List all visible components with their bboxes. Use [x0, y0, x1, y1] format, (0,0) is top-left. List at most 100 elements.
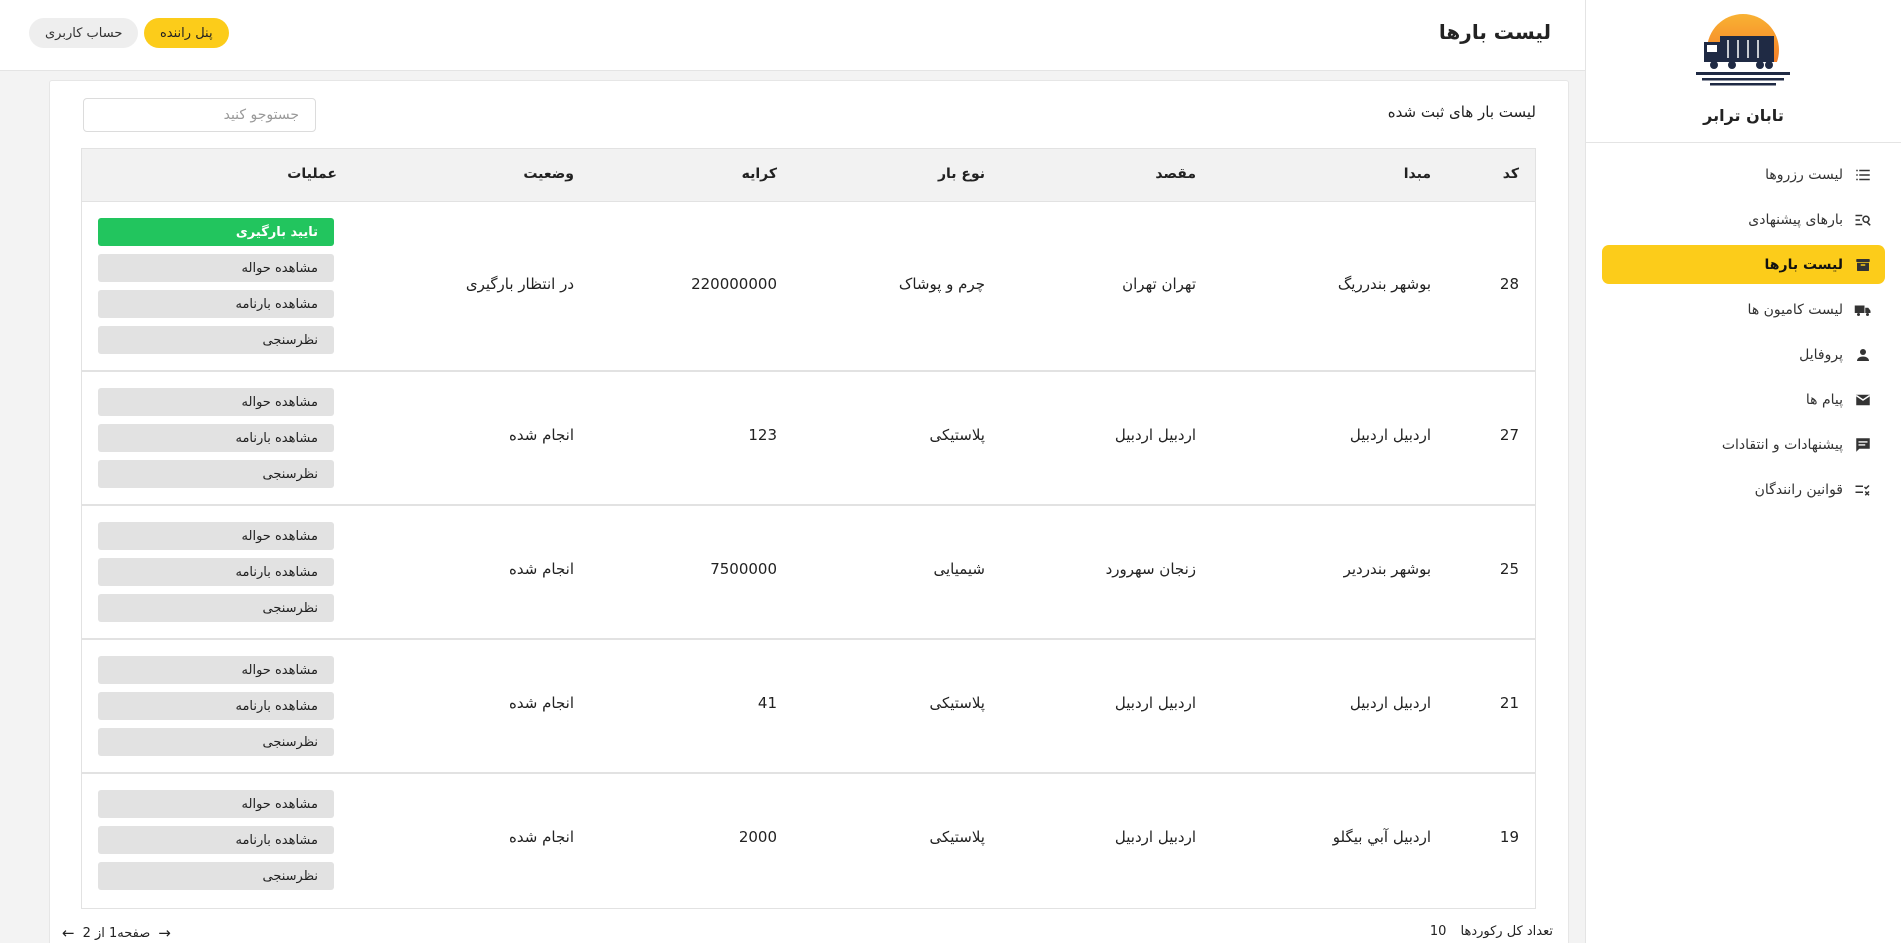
- cell-fare: 7500000: [710, 560, 777, 578]
- view-remittance-button[interactable]: مشاهده حواله: [98, 790, 334, 818]
- view-remittance-button[interactable]: مشاهده حواله: [98, 656, 334, 684]
- view-waybill-button[interactable]: مشاهده بارنامه: [98, 826, 334, 854]
- column-header-status: وضعیت: [523, 166, 574, 182]
- table-row: 19 اردبيل آبي بيگلو اردبيل اردبيل پلاستی…: [82, 774, 1535, 908]
- loads-card: لیست بار های ثبت شده کد مبدا مقصد نوع با…: [49, 80, 1569, 943]
- cell-status: در انتظار بارگیری: [465, 275, 574, 293]
- sidebar-item-trucks[interactable]: لیست کامیون ها: [1602, 290, 1885, 329]
- view-remittance-button[interactable]: مشاهده حواله: [98, 388, 334, 416]
- sidebar-item-driver-rules[interactable]: قوانین رانندگان: [1602, 470, 1885, 509]
- cell-load-type: پلاستیکی: [929, 694, 985, 712]
- row-actions: مشاهده حواله مشاهده بارنامه نظرسنجی: [98, 656, 334, 764]
- person-icon: [1853, 345, 1873, 365]
- column-header-origin: مبدا: [1403, 166, 1431, 182]
- sidebar-item-label: لیست کامیون ها: [1747, 301, 1843, 318]
- cell-fare: 2000: [738, 828, 777, 846]
- sidebar-item-label: پروفایل: [1799, 346, 1843, 363]
- view-waybill-button[interactable]: مشاهده بارنامه: [98, 558, 334, 586]
- cell-code: 21: [1499, 694, 1519, 712]
- truck-icon: [1853, 300, 1873, 320]
- sidebar-item-label: بارهای پیشنهادی: [1748, 211, 1843, 228]
- cell-origin: بوشهر بندردیر: [1343, 560, 1431, 578]
- cell-destination: اردبيل اردبيل: [1114, 694, 1196, 712]
- truck-logo-icon: [1696, 14, 1790, 86]
- total-records: تعداد کل رکوردها 10: [1430, 924, 1553, 939]
- prev-page-arrow-icon[interactable]: ←: [62, 924, 75, 942]
- cell-destination: اردبيل اردبيل: [1114, 828, 1196, 846]
- cell-status: انجام شده: [509, 560, 574, 578]
- total-records-label: تعداد کل رکوردها: [1460, 924, 1553, 939]
- table-header: کد مبدا مقصد نوع بار کرایه وضعیت عملیات: [82, 149, 1535, 202]
- sidebar-item-profile[interactable]: پروفایل: [1602, 335, 1885, 374]
- table-row: 28 بوشهر بندرریگ تهران تهران چرم و پوشاک…: [82, 202, 1535, 372]
- search-input[interactable]: [83, 98, 316, 132]
- view-remittance-button[interactable]: مشاهده حواله: [98, 254, 334, 282]
- row-actions: مشاهده حواله مشاهده بارنامه نظرسنجی: [98, 388, 334, 496]
- view-waybill-button[interactable]: مشاهده بارنامه: [98, 424, 334, 452]
- table-row: 21 اردبيل اردبيل اردبيل اردبيل پلاستیکی …: [82, 640, 1535, 774]
- account-button[interactable]: حساب کاربری: [29, 18, 139, 48]
- column-header-destination: مقصد: [1155, 166, 1196, 182]
- confirm-loading-button[interactable]: تایید بارگیری: [98, 218, 334, 246]
- survey-button[interactable]: نظرسنجی: [98, 728, 334, 756]
- card-title: لیست بار های ثبت شده: [1387, 103, 1536, 121]
- table-row: 27 اردبيل اردبيل اردبيل اردبيل پلاستیکی …: [82, 372, 1535, 506]
- sidebar: تابان ترابر لیست رزروها بارهای پیشنهادی …: [1585, 0, 1901, 943]
- table-row: 25 بوشهر بندردیر زنجان سهرورد شیمیایی 75…: [82, 506, 1535, 640]
- cell-destination: زنجان سهرورد: [1105, 560, 1196, 578]
- row-actions: مشاهده حواله مشاهده بارنامه نظرسنجی: [98, 522, 334, 630]
- page-title: لیست بارها: [1438, 20, 1551, 44]
- view-waybill-button[interactable]: مشاهده بارنامه: [98, 692, 334, 720]
- sidebar-item-label: لیست رزروها: [1765, 166, 1843, 183]
- mail-icon: [1853, 390, 1873, 410]
- cell-load-type: چرم و پوشاک: [898, 275, 985, 293]
- column-header-actions: عملیات: [287, 166, 337, 182]
- column-header-load-type: نوع بار: [937, 166, 985, 182]
- loads-table: کد مبدا مقصد نوع بار کرایه وضعیت عملیات …: [81, 148, 1536, 909]
- cell-load-type: پلاستیکی: [929, 426, 985, 444]
- cell-status: انجام شده: [509, 426, 574, 444]
- sidebar-item-label: قوانین رانندگان: [1754, 481, 1843, 498]
- sidebar-item-label: لیست بارها: [1764, 256, 1843, 273]
- survey-button[interactable]: نظرسنجی: [98, 326, 334, 354]
- driver-panel-button[interactable]: پنل راننده: [144, 18, 229, 48]
- cell-origin: اردبيل آبي بيگلو: [1332, 828, 1431, 846]
- survey-button[interactable]: نظرسنجی: [98, 862, 334, 890]
- list-icon: [1853, 165, 1873, 185]
- survey-button[interactable]: نظرسنجی: [98, 594, 334, 622]
- cell-code: 25: [1499, 560, 1519, 578]
- row-actions: تایید بارگیری مشاهده حواله مشاهده بارنام…: [98, 218, 334, 362]
- view-waybill-button[interactable]: مشاهده بارنامه: [98, 290, 334, 318]
- cell-status: انجام شده: [509, 828, 574, 846]
- cell-fare: 220000000: [691, 275, 777, 293]
- sidebar-item-loads[interactable]: لیست بارها: [1602, 245, 1885, 284]
- archive-box-icon: [1853, 255, 1873, 275]
- brand-name: تابان ترابر: [1703, 106, 1784, 125]
- search-list-icon: [1853, 210, 1873, 230]
- sidebar-item-suggested-loads[interactable]: بارهای پیشنهادی: [1602, 200, 1885, 239]
- sidebar-menu: لیست رزروها بارهای پیشنهادی لیست بارها ل…: [1586, 143, 1901, 509]
- column-header-fare: کرایه: [741, 166, 777, 182]
- survey-button[interactable]: نظرسنجی: [98, 460, 334, 488]
- pagination: ← صفحه1 از 2 →: [62, 924, 171, 942]
- top-header: لیست بارها پنل راننده حساب کاربری: [0, 0, 1585, 71]
- brand: تابان ترابر: [1586, 0, 1901, 143]
- cell-origin: اردبيل اردبيل: [1349, 694, 1431, 712]
- cell-load-type: شیمیایی: [933, 560, 985, 578]
- sidebar-item-feedback[interactable]: پیشنهادات و انتقادات: [1602, 425, 1885, 464]
- cell-code: 28: [1499, 275, 1519, 293]
- checklist-icon: [1853, 480, 1873, 500]
- cell-code: 27: [1499, 426, 1519, 444]
- cell-destination: تهران تهران: [1122, 275, 1196, 293]
- cell-origin: بوشهر بندرریگ: [1337, 275, 1431, 293]
- next-page-arrow-icon[interactable]: →: [158, 924, 171, 942]
- view-remittance-button[interactable]: مشاهده حواله: [98, 522, 334, 550]
- row-actions: مشاهده حواله مشاهده بارنامه نظرسنجی: [98, 790, 334, 898]
- total-records-value: 10: [1429, 924, 1447, 939]
- page-indicator: صفحه1 از 2: [82, 925, 151, 941]
- cell-load-type: پلاستیکی: [929, 828, 985, 846]
- cell-destination: اردبيل اردبيل: [1114, 426, 1196, 444]
- sidebar-item-messages[interactable]: پیام ها: [1602, 380, 1885, 419]
- cell-origin: اردبيل اردبيل: [1349, 426, 1431, 444]
- sidebar-item-reservations[interactable]: لیست رزروها: [1602, 155, 1885, 194]
